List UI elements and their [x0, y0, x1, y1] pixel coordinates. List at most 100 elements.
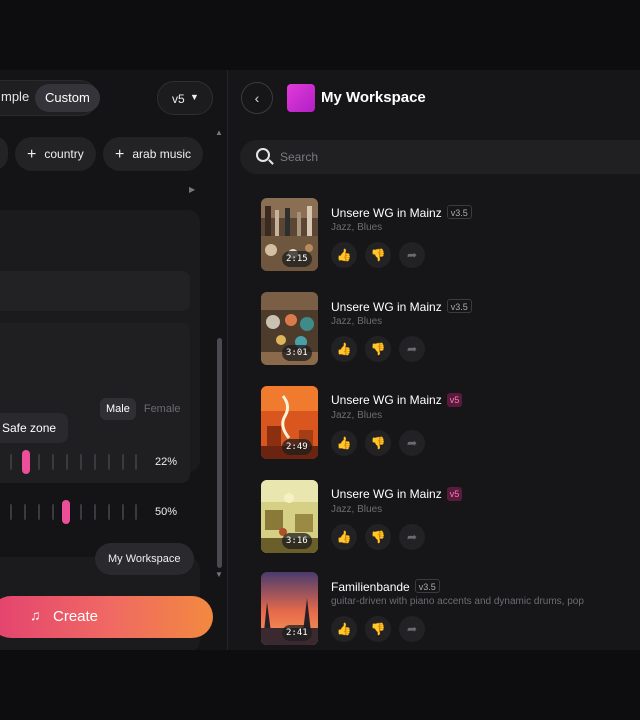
song-title[interactable]: Unsere WG in Mainz v5	[331, 487, 463, 501]
chevron-left-icon: ‹	[254, 90, 260, 106]
thumbs-up-icon[interactable]: 👍	[331, 336, 357, 362]
slider-tick	[80, 504, 82, 520]
song-row[interactable]: 3:01 Unsere WG in Mainz v3.5 Jazz, Blues …	[261, 292, 631, 366]
slider-tick	[38, 454, 40, 470]
slider-tick	[38, 504, 40, 520]
song-title[interactable]: Unsere WG in Mainz v3.5	[331, 205, 472, 220]
song-title-text: Familienbande	[331, 580, 410, 594]
song-duration: 2:49	[282, 439, 312, 455]
song-version-badge: v5	[446, 393, 463, 407]
scroll-right-arrow-icon[interactable]: ▶	[189, 185, 195, 194]
letterbox-bottom	[0, 650, 640, 720]
text-input-box[interactable]	[0, 271, 190, 311]
share-icon[interactable]: ➦	[399, 242, 425, 268]
scrollbar-thumb[interactable]	[217, 338, 222, 568]
slider-tick	[135, 454, 137, 470]
share-icon[interactable]: ➦	[399, 524, 425, 550]
create-button-label: Create	[53, 608, 99, 625]
weirdness-slider[interactable]	[0, 450, 140, 474]
slider-tick	[135, 504, 137, 520]
song-genres: guitar-driven with piano accents and dyn…	[331, 596, 584, 607]
app-window: mple Custom v5 ▼ + country + arab music ▶ …	[0, 70, 640, 650]
plus-icon: +	[115, 146, 125, 163]
song-cover[interactable]: 3:16	[261, 480, 318, 553]
slider-tick	[10, 504, 12, 520]
thumbs-down-icon[interactable]: 👎	[365, 430, 391, 456]
chip-label: country	[44, 147, 84, 161]
style-chip-country[interactable]: + country	[15, 137, 96, 171]
version-select[interactable]: v5 ▼	[157, 81, 213, 115]
thumbs-down-icon[interactable]: 👎	[365, 336, 391, 362]
gender-male-option[interactable]: Male	[100, 398, 136, 420]
song-cover[interactable]: 2:41	[261, 572, 318, 645]
style-chip-partial[interactable]	[0, 136, 8, 170]
slider-tick	[94, 504, 96, 520]
search-bar[interactable]: Search	[240, 140, 640, 174]
song-title[interactable]: Familienbande v3.5	[331, 579, 440, 594]
thumbs-up-icon[interactable]: 👍	[331, 616, 357, 642]
workspace-select-button[interactable]: My Workspace	[95, 543, 194, 575]
song-genres: Jazz, Blues	[331, 316, 383, 327]
song-duration: 3:01	[282, 345, 312, 361]
song-cover[interactable]: 3:01	[261, 292, 318, 365]
version-select-label: v5	[172, 92, 185, 106]
thumbs-down-icon[interactable]: 👎	[365, 616, 391, 642]
share-icon[interactable]: ➦	[399, 336, 425, 362]
thumbs-down-icon[interactable]: 👎	[365, 242, 391, 268]
search-placeholder: Search	[280, 150, 319, 164]
slider-tick	[122, 504, 124, 520]
slider-thumb[interactable]	[22, 450, 30, 474]
song-duration: 3:16	[282, 533, 312, 549]
song-row[interactable]: 2:15 Unsere WG in Mainz v3.5 Jazz, Blues …	[261, 198, 631, 272]
letterbox-top	[0, 0, 640, 70]
thumbs-up-icon[interactable]: 👍	[331, 430, 357, 456]
song-cover[interactable]: 2:49	[261, 386, 318, 459]
song-version-badge: v3.5	[414, 579, 440, 593]
slider-tick	[52, 454, 54, 470]
song-row[interactable]: 2:49 Unsere WG in Mainz v5 Jazz, Blues 👍 …	[261, 386, 631, 460]
gender-female-option[interactable]: Female	[144, 403, 181, 415]
thumbs-up-icon[interactable]: 👍	[331, 524, 357, 550]
song-row[interactable]: 2:41 Familienbande v3.5 guitar-driven wit…	[261, 572, 631, 646]
share-icon[interactable]: ➦	[399, 430, 425, 456]
mode-toggle: mple Custom	[0, 80, 100, 116]
style-chip-arab-music[interactable]: + arab music	[103, 137, 204, 171]
plus-icon: +	[27, 146, 37, 163]
slider-tick	[52, 504, 54, 520]
caret-down-icon: ▼	[190, 92, 199, 102]
chip-label: arab music	[132, 147, 192, 161]
song-title[interactable]: Unsere WG in Mainz v5	[331, 393, 463, 407]
song-duration: 2:15	[282, 251, 312, 267]
share-icon[interactable]: ➦	[399, 616, 425, 642]
song-cover[interactable]: 2:15	[261, 198, 318, 271]
back-button[interactable]: ‹	[241, 82, 273, 114]
scroll-down-arrow-icon[interactable]: ▼	[215, 570, 223, 579]
mode-custom-tab[interactable]: Custom	[35, 84, 100, 112]
song-title[interactable]: Unsere WG in Mainz v3.5	[331, 299, 472, 314]
song-title-text: Unsere WG in Mainz	[331, 393, 442, 407]
song-genres: Jazz, Blues	[331, 222, 383, 233]
scroll-up-arrow-icon[interactable]: ▲	[215, 128, 223, 137]
create-button[interactable]: ♫ Create	[0, 596, 213, 638]
slider-tick	[94, 454, 96, 470]
style-influence-value: 50%	[155, 506, 178, 518]
song-row[interactable]: 3:16 Unsere WG in Mainz v5 Jazz, Blues 👍 …	[261, 480, 631, 554]
style-influence-slider[interactable]	[0, 500, 140, 524]
vocal-gender-toggle: Male Female	[100, 398, 181, 422]
slider-tick	[66, 454, 68, 470]
song-version-badge: v3.5	[446, 299, 472, 313]
thumbs-up-icon[interactable]: 👍	[331, 242, 357, 268]
slider-tick	[108, 454, 110, 470]
song-genres: Jazz, Blues	[331, 410, 383, 421]
workspace-panel: ‹ My Workspace Search 2:15 Unsere WG in …	[229, 70, 640, 650]
thumbs-down-icon[interactable]: 👎	[365, 524, 391, 550]
safe-zone-tooltip: Safe zone	[0, 413, 69, 443]
slider-tick	[10, 454, 12, 470]
create-panel: mple Custom v5 ▼ + country + arab music ▶ …	[0, 70, 228, 650]
music-note-icon: ♫	[30, 607, 41, 623]
song-duration: 2:41	[282, 625, 312, 641]
workspace-title: My Workspace	[321, 89, 426, 106]
song-title-text: Unsere WG in Mainz	[331, 206, 442, 220]
mode-simple-tab[interactable]: mple	[1, 89, 29, 104]
slider-thumb[interactable]	[62, 500, 70, 524]
